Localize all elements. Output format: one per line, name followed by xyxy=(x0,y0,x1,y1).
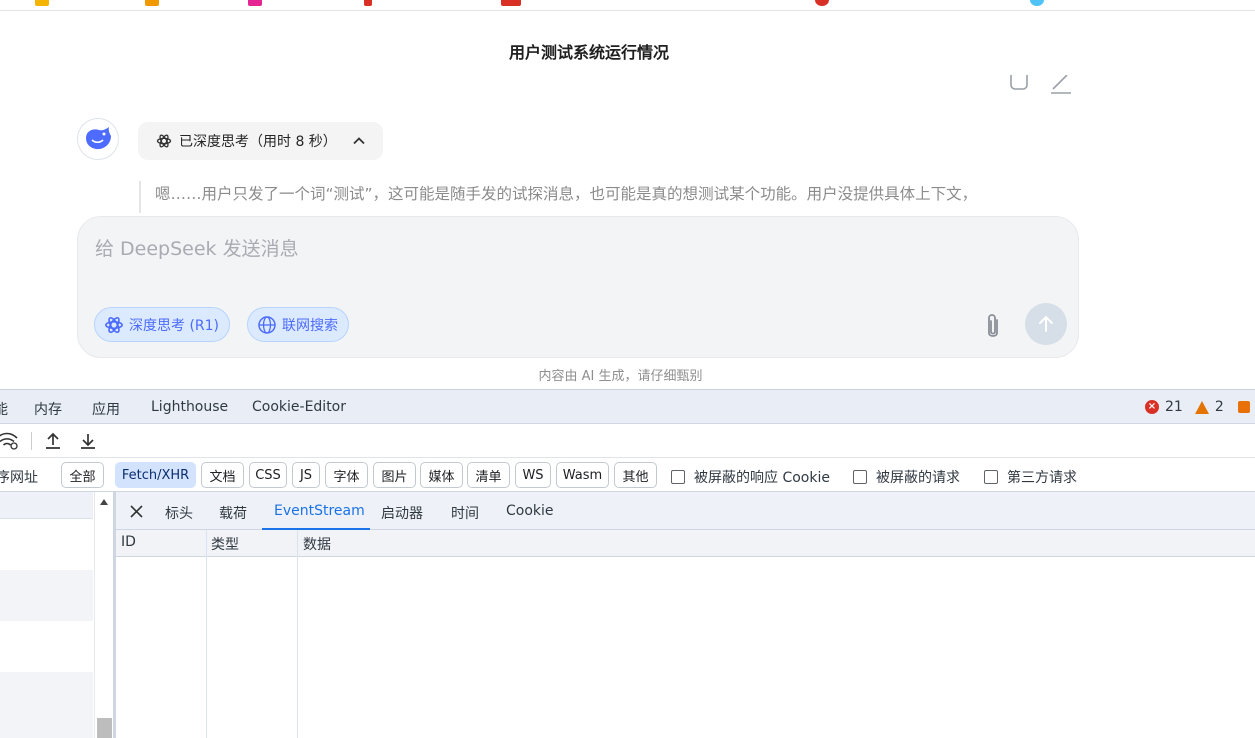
deepthink-r1-label: 深度思考 (R1) xyxy=(129,317,220,334)
checkbox-box[interactable] xyxy=(671,470,685,484)
toolbar-divider xyxy=(31,432,32,450)
console-status[interactable]: × 21 2 2 xyxy=(1145,399,1255,415)
message-input[interactable] xyxy=(95,234,955,264)
filter-manifest[interactable]: 清单 xyxy=(467,462,510,488)
tab-eventstream[interactable]: EventStream xyxy=(274,503,365,519)
filter-document[interactable]: 文档 xyxy=(201,462,244,488)
blocked-requests-checkbox[interactable]: 被屏蔽的请求 xyxy=(853,467,960,487)
tab-memory[interactable]: 内存 xyxy=(34,399,62,419)
tab-application[interactable]: 应用 xyxy=(92,399,120,419)
scrollbar-thumb[interactable] xyxy=(97,718,112,738)
tab-cookie-editor[interactable]: Cookie-Editor xyxy=(252,399,346,415)
error-icon: × xyxy=(1145,400,1159,414)
devtools-panel: 能 内存 应用 Lighthouse Cookie-Editor × 21 2 … xyxy=(0,389,1255,738)
deepthink-r1-button[interactable]: 深度思考 (R1) xyxy=(94,307,231,342)
checkbox-label: 被屏蔽的响应 Cookie xyxy=(694,470,830,486)
eventstream-header: ID 类型 数据 xyxy=(116,530,1255,557)
request-list-scrollbar[interactable] xyxy=(94,492,113,738)
filter-fetch-xhr[interactable]: Fetch/XHR xyxy=(115,462,196,488)
deepthink-icon xyxy=(105,316,123,333)
tab-headers[interactable]: 标头 xyxy=(165,503,193,523)
request-detail-tabs: 标头 载荷 EventStream 启动器 时间 Cookie xyxy=(116,492,1255,530)
bookmark-icon[interactable] xyxy=(364,0,372,6)
filter-ws[interactable]: WS xyxy=(515,462,551,488)
disclaimer-text: 内容由 AI 生成，请仔细甄别 xyxy=(538,369,703,384)
tab-lighthouse[interactable]: Lighthouse xyxy=(151,399,228,415)
chevron-up-icon xyxy=(353,137,365,145)
filter-media[interactable]: 媒体 xyxy=(420,462,463,488)
send-button[interactable] xyxy=(1025,303,1067,345)
bookmarks-bar xyxy=(0,0,1255,11)
whale-icon xyxy=(86,127,111,150)
bookmark-icon[interactable] xyxy=(35,0,49,6)
message-composer: 深度思考 (R1) 联网搜索 xyxy=(77,216,1079,358)
issues-icon xyxy=(1237,401,1250,413)
checkbox-box[interactable] xyxy=(853,470,867,484)
request-list-header xyxy=(0,492,93,519)
tab-cookies[interactable]: Cookie xyxy=(506,503,554,519)
eventstream-table: ID 类型 数据 xyxy=(116,530,1255,738)
bookmark-icon[interactable] xyxy=(248,0,262,6)
warning-icon xyxy=(1194,400,1209,414)
thinking-text: 嗯……用户只发了一个词“测试”，这可能是随手发的试探消息，也可能是真的想测试某个… xyxy=(155,185,978,203)
column-divider xyxy=(206,530,207,738)
bookmark-icon[interactable] xyxy=(145,0,159,6)
arrow-up-icon xyxy=(1039,315,1053,332)
error-count: 21 xyxy=(1165,399,1183,415)
web-search-button[interactable]: 联网搜索 xyxy=(247,307,349,342)
column-id[interactable]: ID xyxy=(121,534,136,550)
bookmark-icon[interactable] xyxy=(815,0,829,6)
devtools-tabbar: 能 内存 应用 Lighthouse Cookie-Editor × 21 2 … xyxy=(0,390,1255,424)
attach-button[interactable] xyxy=(978,309,1008,343)
filter-other[interactable]: 其他 xyxy=(614,462,657,488)
deepthink-icon xyxy=(156,134,172,148)
conversation-title: 用户测试系统运行情况 xyxy=(508,43,669,62)
globe-icon xyxy=(258,315,276,334)
column-divider xyxy=(297,530,298,738)
filter-js[interactable]: JS xyxy=(292,462,320,488)
filter-wasm[interactable]: Wasm xyxy=(556,462,609,488)
checkbox-box[interactable] xyxy=(984,470,998,484)
network-conditions-icon[interactable] xyxy=(0,432,20,450)
close-icon[interactable] xyxy=(130,505,143,518)
filter-all[interactable]: 全部 xyxy=(61,462,104,488)
table-row[interactable] xyxy=(0,672,93,738)
request-list xyxy=(0,492,93,738)
filter-image[interactable]: 图片 xyxy=(373,462,416,488)
paperclip-icon xyxy=(988,314,998,337)
checkbox-label: 被屏蔽的请求 xyxy=(876,470,960,486)
deepthink-label: 已深度思考（用时 8 秒） xyxy=(179,134,337,150)
deepseek-avatar xyxy=(77,118,119,160)
chat-area: 用户测试系统运行情况 已深度思考（用时 8 秒） 嗯……用户只发了一个词“测试”… xyxy=(0,11,1255,389)
disclaimer: 内容由 AI 生成，请仔细甄别 xyxy=(0,365,1255,384)
bookmark-icon[interactable] xyxy=(1030,0,1044,6)
table-row[interactable] xyxy=(0,570,93,621)
column-data[interactable]: 数据 xyxy=(303,534,331,554)
more-filters-label[interactable]: 序网址 xyxy=(0,467,38,487)
copy-edit-icons[interactable] xyxy=(1005,75,1085,95)
network-toolbar xyxy=(0,424,1255,458)
table-row[interactable] xyxy=(0,621,93,672)
download-icon[interactable] xyxy=(79,432,97,450)
blocked-response-cookies-checkbox[interactable]: 被屏蔽的响应 Cookie xyxy=(671,467,830,487)
web-search-label: 联网搜索 xyxy=(282,317,338,334)
tab-performance[interactable]: 能 xyxy=(0,399,8,419)
checkbox-label: 第三方请求 xyxy=(1007,470,1077,486)
tab-timing[interactable]: 时间 xyxy=(451,503,479,523)
scroll-up-icon[interactable] xyxy=(99,498,109,506)
tab-initiator[interactable]: 启动器 xyxy=(381,503,423,523)
warning-count: 2 xyxy=(1214,399,1224,415)
bookmark-icon[interactable] xyxy=(501,0,521,6)
column-type[interactable]: 类型 xyxy=(211,534,239,554)
filter-font[interactable]: 字体 xyxy=(325,462,368,488)
network-filter-bar: 序网址 全部 Fetch/XHR 文档 CSS JS 字体 图片 媒体 清单 W… xyxy=(0,458,1255,492)
third-party-requests-checkbox[interactable]: 第三方请求 xyxy=(984,467,1077,487)
upload-icon[interactable] xyxy=(44,432,62,450)
tab-payload[interactable]: 载荷 xyxy=(219,503,247,523)
message-actions xyxy=(1005,75,1085,95)
filter-css[interactable]: CSS xyxy=(249,462,287,488)
deepthink-toggle[interactable]: 已深度思考（用时 8 秒） xyxy=(138,122,383,160)
thinking-divider xyxy=(139,181,141,213)
table-row[interactable] xyxy=(0,519,93,570)
